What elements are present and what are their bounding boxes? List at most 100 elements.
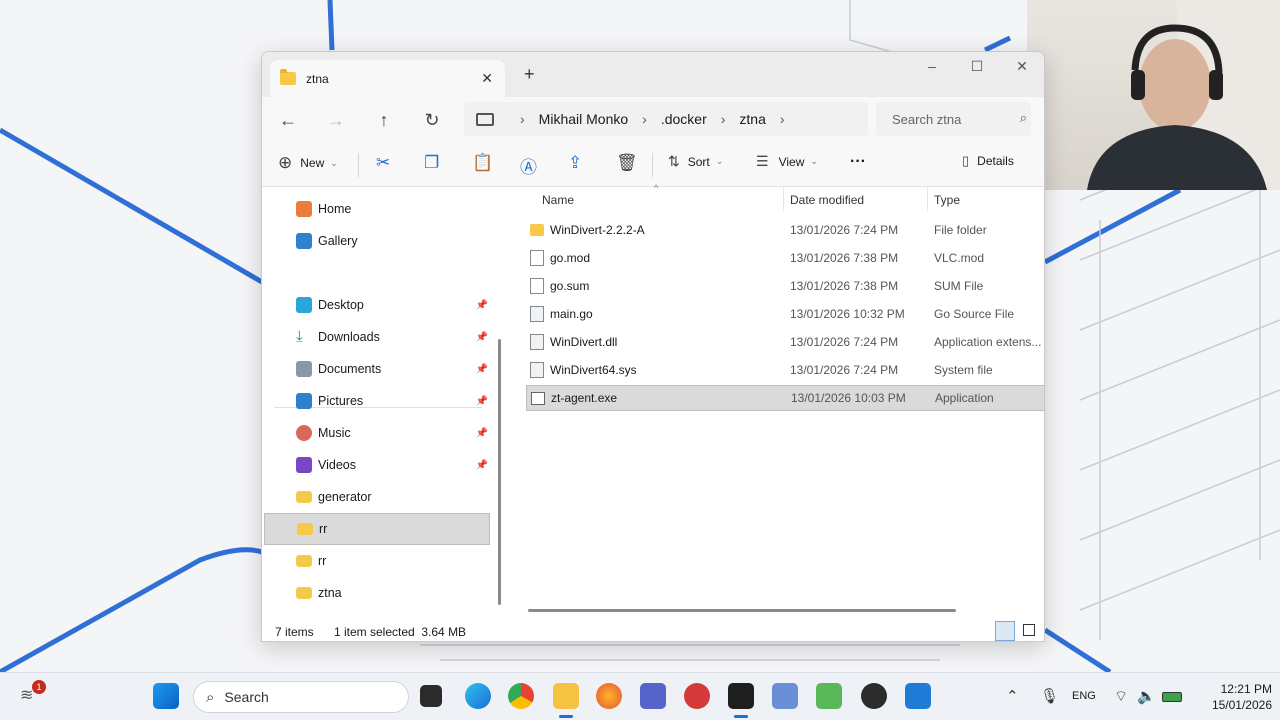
view-button[interactable]: ☰ View ⌄ <box>756 153 818 170</box>
delete-button[interactable]: 🗑 <box>616 153 638 173</box>
search-input[interactable]: Search ztna ⌕ <box>876 102 1031 136</box>
terminal-icon[interactable] <box>728 683 754 709</box>
wifi-icon[interactable]: ⌔ <box>1114 687 1128 706</box>
paste-button[interactable]: 📋 <box>472 153 493 173</box>
home-icon <box>296 201 312 217</box>
sidebar-item-downloads[interactable]: ⤓ Downloads 📌 <box>264 321 490 353</box>
breadcrumb-separator: › <box>779 111 785 127</box>
vscode-icon[interactable] <box>905 683 931 709</box>
maximize-button[interactable]: ☐ <box>957 58 997 75</box>
folder-icon <box>296 491 312 503</box>
view-icon: ☰ <box>756 153 769 169</box>
breadcrumb-separator: › <box>520 111 525 127</box>
breadcrumb-separator: › <box>720 111 726 127</box>
tab-ztna[interactable]: ztna ✕ <box>270 60 505 97</box>
sidebar-item-rr-2[interactable]: rr <box>264 545 490 577</box>
column-header-date[interactable]: Date modified <box>790 193 864 207</box>
breadcrumb-ztna[interactable]: ztna <box>739 111 765 127</box>
paste-icon: 📋 <box>472 153 494 172</box>
sidebar-item-music[interactable]: Music 📌 <box>264 417 490 449</box>
scissors-icon: ✂ <box>376 153 391 172</box>
obs-icon[interactable] <box>861 683 887 709</box>
sidebar-item-rr[interactable]: rr <box>264 513 490 545</box>
copy-button[interactable]: ❐ <box>424 153 439 173</box>
notepad-plus-icon[interactable] <box>816 683 842 709</box>
taskbar-search[interactable]: ⌕ Search <box>193 681 409 713</box>
refresh-button[interactable]: ↻ <box>408 110 456 131</box>
file-type: Application <box>935 391 994 405</box>
column-divider[interactable] <box>927 187 928 211</box>
sidebar-item-videos[interactable]: Videos 📌 <box>264 449 490 481</box>
sidebar-item-documents[interactable]: Documents 📌 <box>264 353 490 385</box>
notification-badge: 1 <box>32 680 46 694</box>
sidebar-item-desktop[interactable]: Desktop 📌 <box>264 289 490 321</box>
file-row-windivert64-sys[interactable]: WinDivert64.sys 13/01/2026 7:24 PM Syste… <box>526 357 1044 383</box>
file-row-windivert-dll[interactable]: WinDivert.dll 13/01/2026 7:24 PM Applica… <box>526 329 1044 355</box>
snipping-tool-icon[interactable] <box>772 683 798 709</box>
file-row-main-go[interactable]: main.go 13/01/2026 10:32 PM Go Source Fi… <box>526 301 1044 327</box>
sidebar-item-ztna[interactable]: ztna <box>264 577 490 609</box>
chevron-down-icon: ⌄ <box>330 157 338 168</box>
horizontal-scrollbar[interactable] <box>528 609 956 612</box>
address-bar[interactable]: › Mikhail Monko › .docker › ztna › <box>464 102 868 136</box>
breadcrumb-mikhail-monko[interactable]: Mikhail Monko <box>539 111 628 127</box>
column-header-type[interactable]: Type <box>934 193 960 207</box>
more-options-button[interactable]: ··· <box>850 153 866 171</box>
trash-icon: 🗑 <box>616 153 638 172</box>
start-button[interactable] <box>153 683 179 709</box>
breadcrumb-separator: › <box>642 111 647 127</box>
close-window-button[interactable]: ✕ <box>1002 58 1042 75</box>
file-row-windivert-folder[interactable]: WinDivert-2.2.2-A 13/01/2026 7:24 PM Fil… <box>526 217 1044 243</box>
details-button[interactable]: ▯ Details <box>962 153 1014 169</box>
file-explorer-taskbar-icon[interactable] <box>553 683 579 709</box>
pin-icon: 📌 <box>475 363 488 375</box>
task-view-icon[interactable] <box>420 685 442 707</box>
plus-circle-icon: ⊕ <box>278 153 293 172</box>
file-icon <box>530 278 544 294</box>
sidebar-item-gallery[interactable]: Gallery <box>264 225 490 257</box>
share-button[interactable]: ⇪ <box>568 153 582 173</box>
remote-desktop-icon[interactable] <box>640 683 666 709</box>
language-indicator[interactable]: ENG <box>1072 690 1096 702</box>
details-view-toggle[interactable] <box>995 621 1015 641</box>
volume-icon[interactable]: 🔈 <box>1137 687 1156 705</box>
column-divider[interactable] <box>783 187 784 211</box>
toolbar-divider <box>358 153 359 177</box>
cut-button[interactable]: ✂ <box>376 153 390 173</box>
webcam-overlay <box>1027 0 1280 190</box>
firefox-icon[interactable] <box>596 683 622 709</box>
breadcrumb-docker[interactable]: .docker <box>661 111 707 127</box>
up-button[interactable]: ↑ <box>360 110 408 131</box>
file-name: go.mod <box>550 251 591 265</box>
forward-button[interactable]: → <box>312 110 360 131</box>
tiles-view-toggle[interactable] <box>1023 624 1035 636</box>
edge-icon[interactable] <box>465 683 491 709</box>
chrome-icon[interactable] <box>508 683 534 709</box>
selection-info: 1 item selected 3.64 MB <box>334 624 467 639</box>
sidebar-item-label: Videos <box>318 458 356 472</box>
new-button[interactable]: ⊕ New ⌄ <box>278 153 338 173</box>
file-row-go-mod[interactable]: go.mod 13/01/2026 7:38 PM VLC.mod <box>526 245 1044 271</box>
file-row-zt-agent-exe[interactable]: zt-agent.exe 13/01/2026 10:03 PM Applica… <box>526 385 1044 411</box>
close-tab-icon[interactable]: ✕ <box>481 70 493 87</box>
new-tab-button[interactable]: + <box>524 64 535 85</box>
new-label: New <box>300 156 325 170</box>
sort-button[interactable]: ⇅ Sort ⌄ <box>668 153 723 170</box>
sidebar-item-home[interactable]: Home <box>264 193 490 225</box>
file-name: WinDivert-2.2.2-A <box>550 223 645 237</box>
column-header-name[interactable]: Name <box>542 193 574 207</box>
minimize-button[interactable]: – <box>912 58 952 74</box>
clock[interactable]: 12:21 PM 15/01/2026 <box>1192 681 1272 713</box>
back-button[interactable]: ← <box>264 110 312 131</box>
sidebar-item-pictures[interactable]: Pictures 📌 <box>264 385 490 417</box>
battery-icon[interactable] <box>1162 692 1182 702</box>
file-row-go-sum[interactable]: go.sum 13/01/2026 7:38 PM SUM File <box>526 273 1044 299</box>
sidebar-scrollbar[interactable] <box>498 339 501 605</box>
details-pane-icon: ▯ <box>962 153 970 168</box>
microphone-icon[interactable]: 🎙 <box>1040 687 1059 705</box>
rename-button[interactable]: Ⓐ <box>520 153 537 178</box>
sidebar-item-generator[interactable]: generator <box>264 481 490 513</box>
app-icon[interactable] <box>684 683 710 709</box>
chevron-up-icon[interactable]: ⌃ <box>1006 687 1019 705</box>
pin-icon: 📌 <box>475 299 488 311</box>
